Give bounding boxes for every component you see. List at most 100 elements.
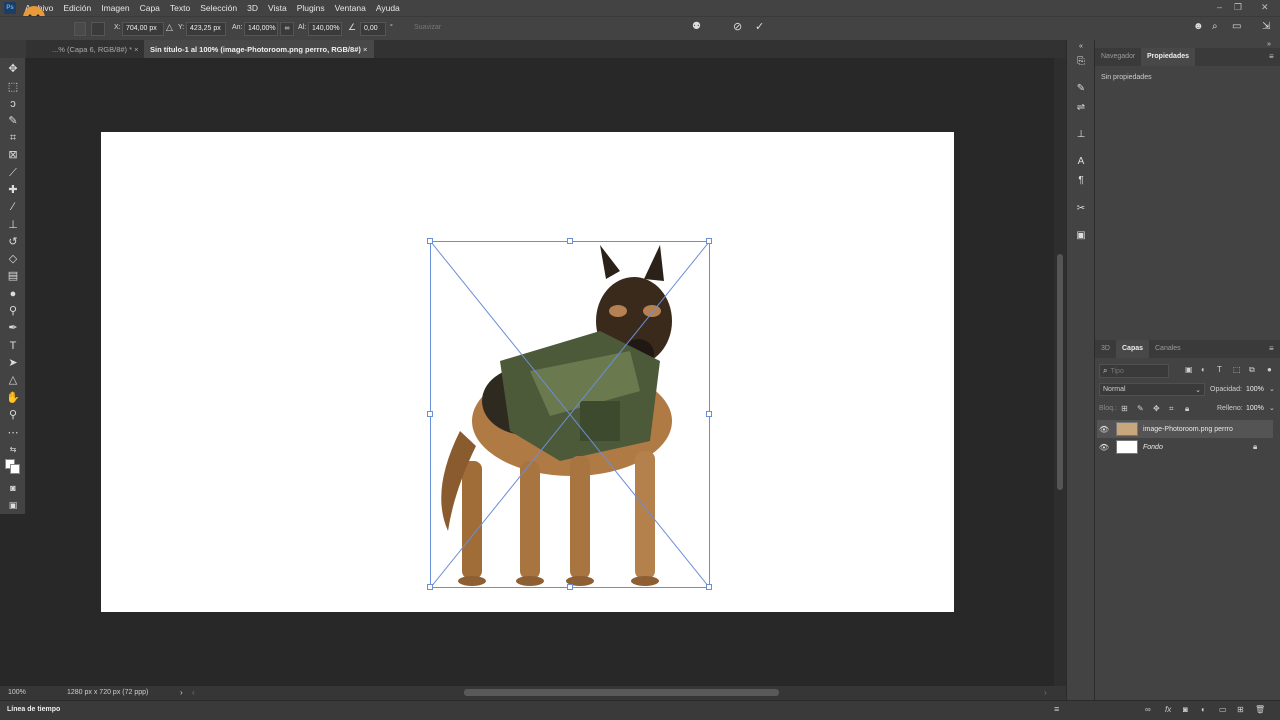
panel-collapse-icon[interactable]: » (1267, 41, 1271, 48)
swap-colors-icon[interactable]: ⇆ (6, 443, 20, 457)
quick-select-tool-icon[interactable]: ✎ (6, 114, 20, 128)
menu-plugins[interactable]: Plugins (292, 3, 330, 13)
layer-row-fondo[interactable]: 👁︎ Fondo 🔒︎ (1097, 438, 1273, 456)
quick-mask-icon[interactable]: ◙ (6, 481, 20, 495)
move-tool-icon[interactable]: ✥ (6, 62, 20, 76)
layer-style-icon[interactable]: fx (1165, 705, 1171, 714)
opacity-chevron-icon[interactable]: ⌄ (1269, 385, 1275, 393)
transform-handle-bottom[interactable] (567, 584, 573, 590)
timeline-tab[interactable]: Línea de tiempo (7, 706, 60, 713)
blur-tool-icon[interactable]: ● (6, 287, 20, 301)
blend-mode-select[interactable]: Normal ⌄ (1099, 383, 1205, 396)
zoom-level[interactable]: 100% (8, 689, 26, 696)
filter-type-icon[interactable]: T (1217, 365, 1222, 374)
marquee-tool-icon[interactable]: ⬚ (6, 80, 20, 94)
layer-name[interactable]: Fondo (1143, 444, 1163, 451)
user-account-icon[interactable]: ☻ (1193, 21, 1204, 32)
y-position-field[interactable]: 423,25 px (186, 22, 226, 36)
close-window-icon[interactable]: ✕ (1261, 2, 1269, 13)
fill-value[interactable]: 100% (1246, 405, 1264, 412)
commit-transform-icon[interactable]: ✓ (755, 20, 764, 33)
tab-3d[interactable]: 3D (1095, 340, 1116, 358)
type-tool-icon[interactable]: T (6, 339, 20, 353)
paragraph-panel-icon[interactable]: ¶ (1074, 174, 1088, 188)
new-layer-icon[interactable]: ⊞ (1237, 705, 1244, 714)
cancel-transform-icon[interactable]: ⊘ (733, 20, 742, 33)
menu-capa[interactable]: Capa (135, 3, 165, 13)
stamp-tool-icon[interactable]: ⊥ (6, 218, 20, 232)
minimize-icon[interactable]: – (1217, 2, 1222, 12)
history-panel-icon[interactable]: ⎘ (1074, 55, 1088, 69)
visibility-eye-icon[interactable]: 👁︎ (1097, 425, 1111, 434)
tab-capas[interactable]: Capas (1116, 340, 1150, 358)
lock-artboard-icon[interactable]: ⌗ (1169, 404, 1174, 414)
new-group-icon[interactable]: ▭ (1219, 705, 1227, 714)
workspace-icon[interactable]: ▭ (1232, 21, 1241, 32)
scroll-right-icon[interactable]: › (1044, 688, 1047, 697)
filter-toggle-icon[interactable]: ● (1267, 365, 1272, 374)
transform-handle-right[interactable] (706, 411, 712, 417)
transform-handle-bottom-left[interactable] (427, 584, 433, 590)
filter-adjustment-icon[interactable]: ◐ (1201, 365, 1206, 374)
clone-source-icon[interactable]: ⊥ (1074, 128, 1088, 142)
transform-handle-left[interactable] (427, 411, 433, 417)
transform-handle-top-left[interactable] (427, 238, 433, 244)
scroll-left-icon[interactable]: ‹ (192, 688, 195, 697)
tab-close-icon[interactable]: × (363, 45, 367, 54)
menu-ayuda[interactable]: Ayuda (371, 3, 405, 13)
menu-imagen[interactable]: Imagen (96, 3, 134, 13)
add-mask-icon[interactable]: ◙ (1183, 705, 1188, 714)
lock-all-icon[interactable]: 🔒︎ (1185, 404, 1189, 414)
height-percent-field[interactable]: 140,00% (308, 22, 342, 36)
transform-handle-top[interactable] (567, 238, 573, 244)
delete-layer-icon[interactable]: 🗑︎ (1255, 705, 1265, 714)
frame-tool-icon[interactable]: ⊠ (6, 148, 20, 162)
history-brush-icon[interactable]: ↺ (6, 235, 20, 249)
eraser-tool-icon[interactable]: ◇ (6, 252, 20, 266)
adjustments-icon[interactable]: ⇌ (1074, 101, 1088, 115)
layers-menu-icon[interactable]: ≡ (1269, 344, 1274, 353)
share-icon[interactable]: ⇲ (1262, 21, 1270, 32)
transform-handle-top-right[interactable] (706, 238, 712, 244)
menu-ventana[interactable]: Ventana (330, 3, 371, 13)
properties-menu-icon[interactable]: ≡ (1269, 52, 1274, 61)
delta-icon[interactable]: △ (166, 22, 173, 33)
status-menu-arrow-icon[interactable]: › (180, 688, 183, 697)
search-icon[interactable]: ⌕ (1212, 21, 1218, 32)
rotation-field[interactable]: 0,00 (360, 22, 386, 36)
healing-tool-icon[interactable]: ✚ (6, 183, 20, 197)
more-tools-icon[interactable]: ⋯ (6, 426, 20, 440)
tab-navegador[interactable]: Navegador (1095, 48, 1141, 66)
menu-3d[interactable]: 3D (242, 3, 263, 13)
screen-mode-icon[interactable]: ▣ (6, 498, 20, 512)
x-position-field[interactable]: 704,00 px (122, 22, 164, 36)
timeline-menu-icon[interactable]: ≡ (1054, 704, 1059, 714)
opacity-value[interactable]: 100% (1246, 386, 1264, 393)
filter-shape-icon[interactable]: ⬚ (1233, 365, 1241, 374)
collapse-panels-icon[interactable]: « (1074, 40, 1088, 54)
menu-vista[interactable]: Vista (263, 3, 292, 13)
hand-tool-icon[interactable]: ✋ (6, 391, 20, 405)
tab-canales[interactable]: Canales (1149, 340, 1187, 358)
lock-transparent-icon[interactable]: ⊞ (1121, 404, 1128, 413)
character-panel-icon[interactable]: A (1074, 155, 1088, 169)
menu-texto[interactable]: Texto (165, 3, 195, 13)
reference-point-toggle[interactable] (74, 22, 86, 36)
tab-propiedades[interactable]: Propiedades (1141, 48, 1196, 66)
libraries-icon[interactable]: ▣ (1074, 229, 1088, 243)
filter-pixel-icon[interactable]: ▣ (1185, 365, 1193, 374)
fill-chevron-icon[interactable]: ⌄ (1269, 404, 1275, 412)
lock-pixels-icon[interactable]: ✎ (1137, 404, 1144, 413)
layer-row-image-photoroom[interactable]: 👁︎ image-Photoroom.png perrro (1097, 420, 1273, 438)
lock-position-icon[interactable]: ✥ (1153, 404, 1160, 413)
vertical-scroll-thumb[interactable] (1057, 254, 1063, 490)
horizontal-scroll-thumb[interactable] (464, 689, 779, 696)
layer-filter-search[interactable]: ⌕ Tipo (1099, 364, 1169, 378)
dodge-tool-icon[interactable]: ⚲ (6, 304, 20, 318)
link-layers-icon[interactable]: ∞ (1145, 705, 1151, 714)
layer-name[interactable]: image-Photoroom.png perrro (1143, 426, 1233, 433)
crop-tool-icon[interactable]: ⌗ (6, 131, 20, 145)
restore-icon[interactable]: ❐ (1234, 2, 1242, 13)
menu-seleccion[interactable]: Selección (195, 3, 242, 13)
visibility-eye-icon[interactable]: 👁︎ (1097, 443, 1111, 452)
